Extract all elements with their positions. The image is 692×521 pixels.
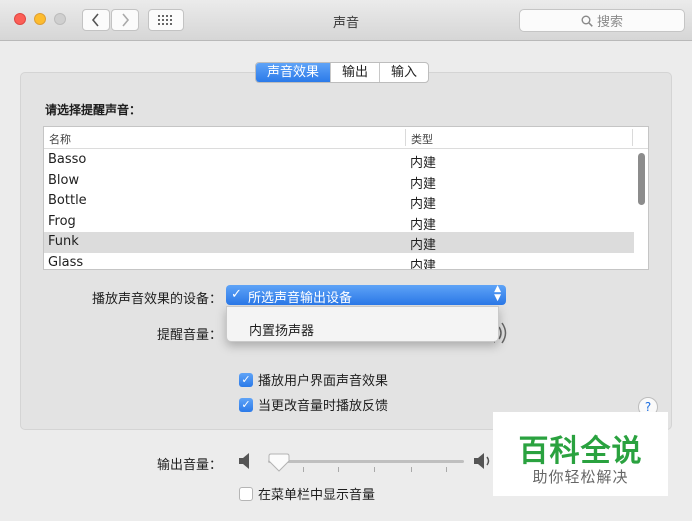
search-icon — [581, 15, 593, 27]
play-device-dropdown[interactable]: ✓ 所选声音输出设备 ▲ ▼ — [226, 284, 506, 306]
table-row[interactable]: Frog 内建 — [44, 212, 634, 233]
table-row[interactable]: Blow 内建 — [44, 171, 634, 192]
sound-name: Funk — [48, 234, 79, 249]
alert-sound-heading: 请选择提醒声音： — [45, 103, 142, 117]
slider-tick — [303, 467, 304, 472]
table-scrollbar[interactable] — [638, 153, 645, 205]
sound-type: 内建 — [410, 217, 437, 233]
volume-feedback-checkbox[interactable]: ✓ 当更改音量时播放反馈 — [239, 395, 388, 414]
output-volume-label: 输出音量： — [156, 458, 222, 473]
sound-type: 内建 — [410, 258, 437, 270]
checkbox-unchecked-icon[interactable] — [239, 486, 253, 501]
sound-type: 内建 — [410, 156, 437, 171]
checkmark-icon: ✓ — [231, 287, 242, 302]
menu-item-builtin-speaker[interactable]: 内置扬声器 — [249, 320, 314, 339]
ui-sound-effects-checkbox[interactable]: ✓ 播放用户界面声音效果 — [239, 370, 388, 389]
tab-bar: 声音效果 输出 输入 — [255, 62, 430, 83]
slider-tick — [338, 467, 339, 472]
watermark-title: 百科全说 — [518, 434, 643, 469]
sound-name: Frog — [48, 213, 76, 229]
alert-sound-table[interactable]: 名称 类型 Basso 内建 Blow 内建 Bottle 内建 Frog 内建… — [43, 126, 649, 270]
table-header: 名称 类型 — [44, 127, 648, 149]
search-field[interactable]: 搜索 — [519, 9, 685, 32]
tab-sound-effects[interactable]: 声音效果 — [256, 63, 331, 82]
output-volume-slider-track[interactable] — [268, 460, 464, 463]
table-row[interactable]: Basso 内建 — [44, 150, 634, 171]
sound-name: Bottle — [48, 193, 87, 208]
play-device-menu: 内置扬声器 — [226, 306, 499, 342]
checkbox-checked-icon[interactable]: ✓ — [239, 372, 253, 387]
column-divider — [405, 129, 406, 146]
play-device-selected: 所选声音输出设备 — [248, 291, 353, 306]
show-volume-in-menubar-checkbox[interactable]: 在菜单栏中显示音量 — [239, 484, 375, 503]
speaker-quiet-icon — [239, 453, 249, 469]
play-device-label: 播放声音效果的设备： — [91, 292, 222, 307]
speaker-loud-icon — [474, 453, 490, 469]
search-placeholder: 搜索 — [596, 15, 623, 30]
sound-type: 内建 — [410, 238, 437, 253]
sound-name: Basso — [48, 152, 87, 167]
sound-name: Glass — [48, 254, 84, 270]
slider-tick — [374, 467, 375, 472]
table-row[interactable]: Glass 内建 — [44, 253, 634, 270]
alert-volume-label: 提醒音量： — [156, 328, 222, 343]
table-row[interactable]: Bottle 内建 — [44, 191, 634, 212]
checkbox-label: 当更改音量时播放反馈 — [258, 399, 389, 414]
checkbox-label: 在菜单栏中显示音量 — [258, 488, 376, 503]
sound-type: 内建 — [410, 176, 437, 192]
table-row-selected[interactable]: Funk 内建 — [44, 232, 634, 253]
output-volume-slider-thumb[interactable] — [268, 453, 290, 473]
tab-input[interactable]: 输入 — [379, 63, 428, 82]
slider-tick — [446, 467, 447, 472]
checkbox-checked-icon[interactable]: ✓ — [239, 397, 253, 412]
sound-name: Blow — [48, 172, 80, 188]
column-header-type[interactable]: 类型 — [411, 131, 433, 147]
watermark-subtitle: 助你轻松解决 — [532, 468, 629, 486]
dropdown-arrows-icon: ▲ ▼ — [494, 284, 501, 303]
watermark-logo: 百科全说 助你轻松解决 — [493, 412, 668, 496]
column-divider — [632, 129, 633, 146]
column-header-name[interactable]: 名称 — [49, 131, 71, 147]
sound-type: 内建 — [410, 197, 437, 212]
checkbox-label: 播放用户界面声音效果 — [258, 374, 389, 389]
tab-output[interactable]: 输出 — [330, 63, 379, 82]
title-bar: 声音 搜索 — [0, 0, 692, 41]
slider-tick — [411, 467, 412, 472]
